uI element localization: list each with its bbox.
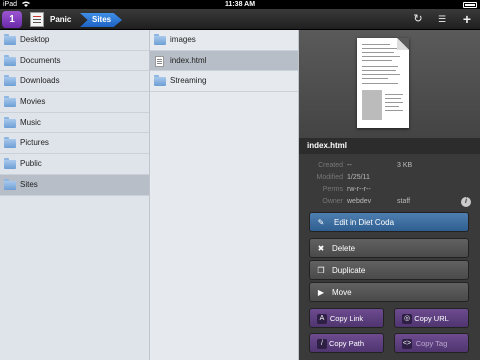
preview-area [299, 30, 480, 138]
tag-icon: <> [402, 339, 412, 349]
refresh-icon[interactable]: ↻ [410, 12, 426, 27]
delete-button[interactable]: ✖ Delete [309, 238, 469, 258]
toolbar: 1 Panic Sites ↻ ☰ + [0, 9, 480, 30]
list-item-public[interactable]: Public [0, 154, 149, 175]
folder-icon [4, 54, 16, 66]
folder-icon [4, 34, 16, 45]
list-item-streaming[interactable]: Streaming [150, 71, 298, 93]
list-item-sites[interactable]: Sites [0, 174, 149, 196]
group-value: staff [397, 198, 411, 205]
list-item-images[interactable]: images [150, 30, 298, 51]
globe-icon: ◎ [402, 314, 412, 324]
trash-icon: ✖ [317, 244, 325, 253]
folder-icon [4, 137, 16, 149]
folder-column-2: images index.html Streaming [150, 30, 299, 360]
move-folder-icon: ▶ [317, 288, 325, 297]
status-bar: iPad 11:38 AM [0, 0, 480, 9]
move-button[interactable]: ▶ Move [309, 282, 469, 302]
folder-icon [4, 178, 16, 190]
file-info-panel: index.html Created -- 3 KB Modified 1/25… [299, 30, 480, 360]
list-item-desktop[interactable]: Desktop [0, 30, 149, 51]
folder-icon [4, 158, 16, 170]
copy-url-button[interactable]: ◎ Copy URL [394, 308, 469, 328]
file-icon [155, 55, 164, 67]
list-item-music[interactable]: Music [0, 113, 149, 134]
copy-tag-button[interactable]: <> Copy Tag [394, 333, 469, 353]
breadcrumb-sites[interactable]: Sites [80, 13, 122, 27]
list-item-downloads[interactable]: Downloads [0, 71, 149, 93]
plus-icon[interactable]: + [459, 12, 475, 27]
folder-icon [154, 75, 166, 87]
app-menu-icon[interactable]: 1 [2, 11, 22, 28]
folder-column-1: Desktop Documents Downloads Movies Music… [0, 30, 150, 360]
folder-icon [4, 116, 16, 128]
folder-icon [154, 34, 166, 45]
modified-label: Modified [316, 174, 343, 181]
path-icon: / [317, 339, 327, 349]
list-item-index-html[interactable]: index.html [150, 50, 298, 72]
owner-label: Owner [322, 198, 343, 205]
file-name-label: index.html [299, 138, 480, 154]
breadcrumb-panic[interactable]: Panic [50, 13, 71, 27]
copy-link-button[interactable]: A Copy Link [309, 308, 384, 328]
folder-icon [4, 75, 16, 87]
edit-list-icon[interactable]: ☰ [434, 12, 450, 27]
list-item-movies[interactable]: Movies [0, 92, 149, 113]
clock: 11:38 AM [224, 1, 256, 8]
battery-icon [463, 2, 477, 8]
site-thumbnail-icon[interactable] [30, 12, 44, 27]
owner-value: webdev [347, 198, 372, 205]
created-label: Created [318, 162, 343, 169]
size-value: 3 KB [397, 162, 413, 169]
list-item-documents[interactable]: Documents [0, 51, 149, 72]
link-icon: A [317, 314, 327, 324]
info-icon[interactable]: i [461, 197, 471, 207]
pencil-icon: ✎ [317, 218, 325, 227]
created-value: -- [347, 162, 352, 169]
list-item-pictures[interactable]: Pictures [0, 133, 149, 155]
perms-label: Perms [322, 186, 343, 193]
copy-path-button[interactable]: / Copy Path [309, 333, 384, 353]
document-preview [357, 38, 409, 128]
folder-icon [4, 96, 16, 108]
perms-value: rw-r--r-- [347, 186, 371, 193]
duplicate-button[interactable]: ❐ Duplicate [309, 260, 469, 280]
duplicate-icon: ❐ [317, 266, 325, 275]
file-metadata: Created -- 3 KB Modified 1/25/11 Perms r… [299, 156, 480, 206]
modified-value: 1/25/11 [347, 174, 370, 181]
edit-in-diet-coda-button[interactable]: ✎ Edit in Diet Coda [309, 212, 469, 232]
